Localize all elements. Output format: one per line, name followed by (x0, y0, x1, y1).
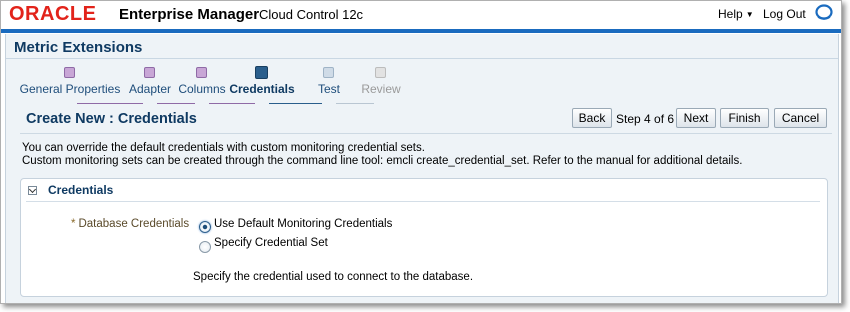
field-hint: Specify the credential used to connect t… (193, 271, 474, 283)
help-menu[interactable]: Help ▼ (718, 7, 754, 21)
browser-content-frame: ORACLE Enterprise Manager Cloud Control … (0, 0, 842, 304)
product-edition: Cloud Control 12c (259, 7, 364, 22)
radio-specify-credential-set[interactable] (199, 241, 211, 253)
description-line-1: You can override the default credentials… (22, 142, 425, 154)
train-step-label: Review (361, 82, 401, 96)
section-title: Credentials (48, 183, 114, 197)
header-divider (1, 29, 841, 33)
collapse-toggle-icon[interactable] (28, 186, 37, 195)
product-name: Enterprise Manager (119, 6, 260, 23)
back-button[interactable]: Back (572, 108, 612, 128)
train-stop-marker (375, 67, 386, 78)
radio-default-credentials[interactable] (199, 221, 211, 233)
oracle-globe-icon (815, 4, 833, 20)
wizard-train: General Properties Adapter Columns Credenti… (6, 64, 838, 104)
finish-button[interactable]: Finish (720, 108, 769, 128)
oracle-logo: ORACLE (9, 3, 97, 25)
radio-default-credentials-label[interactable]: Use Default Monitoring Credentials (214, 218, 392, 230)
train-stop-marker (64, 67, 75, 78)
step-indicator: Step 4 of 6 (616, 112, 675, 126)
wizard-step-title: Create New : Credentials (26, 111, 197, 127)
help-menu-label: Help (718, 7, 743, 21)
global-header: ORACLE Enterprise Manager Cloud Control … (1, 1, 841, 27)
next-button[interactable]: Next (676, 108, 716, 128)
description-line-2: Custom monitoring sets can be created th… (22, 155, 743, 167)
chevron-down-icon: ▼ (745, 10, 754, 20)
page-title-divider (6, 58, 838, 59)
cancel-button[interactable]: Cancel (774, 108, 827, 128)
train-step-review: Review (311, 64, 451, 104)
credentials-section: Credentials * Database Credentials Use De… (20, 178, 828, 297)
database-credentials-label: * Database Credentials (71, 218, 189, 230)
wizard-title-divider (20, 133, 832, 134)
logout-link[interactable]: Log Out (763, 7, 806, 21)
page-title: Metric Extensions (14, 39, 143, 56)
main-content: Metric Extensions General Properties Adap… (5, 34, 839, 303)
section-divider (26, 201, 820, 202)
field-label-text: Database Credentials (78, 218, 190, 230)
required-mark: * (71, 218, 76, 230)
radio-specify-credential-set-label[interactable]: Specify Credential Set (214, 237, 328, 249)
